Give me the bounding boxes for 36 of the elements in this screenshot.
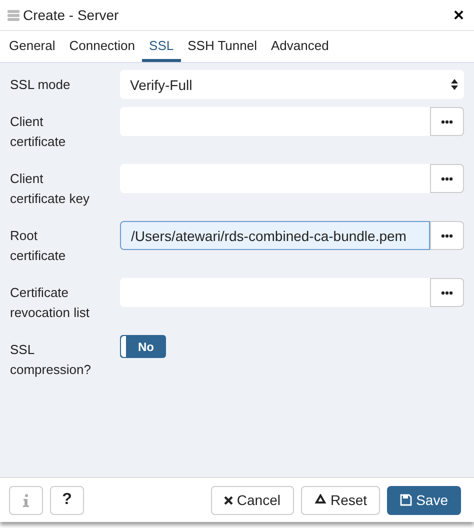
tab[interactable]: SSH Tunnel	[180, 31, 264, 62]
file-path-field[interactable]	[120, 164, 430, 193]
ellipsis-icon	[441, 290, 453, 294]
toggle-switch[interactable]: No	[120, 335, 166, 358]
field-label: SSL compression?	[10, 341, 90, 379]
select-value: Verify-Full	[130, 76, 192, 92]
browse-button[interactable]	[430, 107, 464, 136]
cancel-button[interactable]: Cancel	[210, 486, 294, 514]
browse-button[interactable]	[430, 221, 464, 250]
browse-button[interactable]	[430, 278, 464, 307]
toggle-label: No	[138, 340, 154, 354]
browse-button[interactable]	[430, 164, 464, 193]
field-label: Client certificate	[10, 113, 67, 151]
close-icon	[224, 496, 233, 504]
file-path-field[interactable]	[120, 278, 430, 307]
field-label: Client certificate key	[10, 170, 90, 208]
ellipsis-icon	[441, 120, 453, 124]
field-label: Certificate revocation list	[10, 284, 90, 322]
file-path-field[interactable]: /Users/atewari/rds-combined-ca-bundle.pem	[120, 221, 430, 250]
ellipsis-icon	[441, 176, 453, 180]
close-button[interactable]: ×	[453, 4, 464, 26]
info-icon	[23, 494, 29, 506]
window-title: Create - Server	[23, 7, 120, 23]
tab[interactable]: Advanced	[264, 31, 336, 62]
reset-button[interactable]: Reset	[300, 486, 380, 514]
server-icon	[7, 8, 20, 22]
tab[interactable]: General	[2, 31, 62, 62]
file-path-field[interactable]	[120, 107, 430, 136]
sort-arrows-icon	[451, 79, 458, 90]
select-field[interactable]: Verify-Full	[120, 70, 464, 99]
tab[interactable]: Connection	[62, 31, 142, 62]
field-label: Root certificate	[10, 227, 67, 265]
help-button[interactable]: ?	[50, 486, 84, 514]
save-button[interactable]: Save	[387, 486, 461, 514]
ellipsis-icon	[441, 234, 453, 238]
field-label: SSL mode	[10, 76, 72, 94]
